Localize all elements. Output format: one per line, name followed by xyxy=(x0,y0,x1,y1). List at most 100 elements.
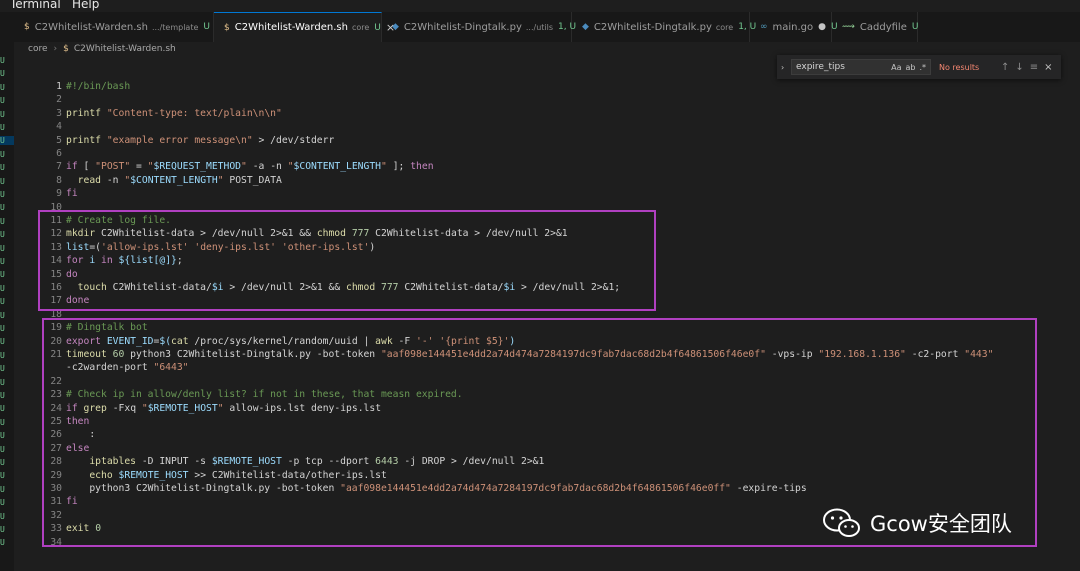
highlight-box-log-setup xyxy=(38,210,656,311)
code-token: ]; xyxy=(386,161,411,173)
explorer-git-status: U xyxy=(0,109,5,119)
code-text: printf "Content-type: text/plain\n\n" xyxy=(66,107,282,120)
regex-icon[interactable]: .* xyxy=(919,63,926,72)
explorer-git-status: U xyxy=(0,498,5,508)
previous-match-icon[interactable]: ↑ xyxy=(1001,62,1009,73)
code-line[interactable]: 7 if [ "POST" = "$REQUEST_METHOD" -a -n "… xyxy=(14,160,1080,173)
line-number: 5 xyxy=(56,134,62,146)
python-file-icon: ◆ xyxy=(582,22,589,32)
breadcrumb-folder[interactable]: core xyxy=(28,44,48,54)
code-line[interactable]: 3 printf "Content-type: text/plain\n\n" xyxy=(14,107,1080,120)
python-file-icon: ◆ xyxy=(392,22,399,32)
next-match-icon[interactable]: ↓ xyxy=(1015,62,1023,73)
code-token: "POST" xyxy=(95,161,131,173)
tab-3[interactable]: ◆ C2Whitelist-Dingtalk.py core 1, U xyxy=(572,12,756,42)
code-token: "example error message\n" xyxy=(106,134,253,146)
code-text: printf "example error message\n" > /dev/… xyxy=(66,134,334,147)
code-token: $CONTENT_LENGTH xyxy=(293,161,382,173)
explorer-git-status: U xyxy=(0,484,5,494)
line-number: 7 xyxy=(56,161,62,173)
code-line[interactable]: 4 xyxy=(14,120,1080,133)
line-number: 3 xyxy=(56,107,62,119)
tab-label: main.go xyxy=(772,21,814,33)
line-number: 9 xyxy=(56,188,62,200)
code-text: if [ "POST" = "$REQUEST_METHOD" -a -n "$… xyxy=(66,160,434,173)
line-number: 8 xyxy=(56,174,62,186)
explorer-git-status: U xyxy=(0,230,5,240)
code-token: #!/bin/bash xyxy=(66,81,131,92)
explorer-git-status: U xyxy=(0,82,5,92)
code-token: fi xyxy=(66,188,78,200)
breadcrumb: core › $ C2Whitelist-Warden.sh xyxy=(14,42,1080,56)
code-line[interactable]: 1 #!/bin/bash xyxy=(14,80,1080,93)
code-line[interactable]: 6 xyxy=(14,147,1080,160)
line-number: 2 xyxy=(56,94,62,106)
code-token: [ xyxy=(77,161,96,173)
explorer-git-status: U xyxy=(0,283,5,293)
explorer-git-status: U xyxy=(0,417,5,427)
wechat-icon xyxy=(823,508,860,537)
tab-0[interactable]: $ C2Whitelist-Warden.sh .../template U xyxy=(14,12,214,42)
code-token: then xyxy=(410,161,434,173)
explorer-status-gutter: UUUUUUUUUUUUUUUUUUUUUUUUUUUUUUUUUUUUU xyxy=(0,56,14,571)
explorer-git-status: U xyxy=(0,69,5,79)
line-number: 6 xyxy=(56,148,62,159)
tab-4[interactable]: ∞ main.go ● U xyxy=(750,12,838,42)
menu-help[interactable]: Help xyxy=(72,0,99,11)
caddyfile-icon: ⟿ xyxy=(842,22,855,32)
breadcrumb-separator: › xyxy=(53,44,58,54)
explorer-git-status: U xyxy=(0,404,5,414)
code-token: -n xyxy=(101,174,125,186)
go-file-icon: ∞ xyxy=(760,22,768,32)
line-number: 1 xyxy=(56,81,62,92)
code-token: > /dev/stderr xyxy=(252,134,335,146)
tab-directory: core xyxy=(715,22,734,32)
find-input-value: expire_tips xyxy=(796,62,845,72)
tab-directory: core xyxy=(351,23,370,32)
tab-5[interactable]: ⟿ Caddyfile U xyxy=(832,12,918,42)
code-line[interactable]: 5 printf "example error message\n" > /dev… xyxy=(14,134,1080,147)
code-line[interactable]: 9 fi xyxy=(14,187,1080,200)
tab-1[interactable]: $ C2Whitelist-Warden.sh core U × xyxy=(214,12,395,42)
code-token: printf xyxy=(66,134,101,146)
menu-terminal[interactable]: Terminal xyxy=(10,0,61,11)
shell-file-icon: $ xyxy=(224,22,230,33)
code-text: #!/bin/bash xyxy=(66,80,130,93)
explorer-git-status: U xyxy=(0,337,5,347)
code-token: -a -n xyxy=(246,161,288,173)
explorer-git-status: U xyxy=(0,444,5,454)
explorer-git-status: U xyxy=(0,525,5,534)
breadcrumb-file[interactable]: C2Whitelist-Warden.sh xyxy=(74,44,176,54)
close-find-icon[interactable]: × xyxy=(1044,62,1052,73)
explorer-git-status: U xyxy=(0,270,5,280)
watermark: Gcow安全团队 xyxy=(822,505,1012,541)
explorer-git-status: U xyxy=(0,538,5,548)
match-case-icon[interactable]: Aa xyxy=(891,63,901,72)
tab-2[interactable]: ◆ C2Whitelist-Dingtalk.py .../utils 1, U xyxy=(382,12,576,42)
tab-directory: .../utils xyxy=(525,22,554,32)
code-token: = xyxy=(130,161,148,173)
tab-label: Caddyfile xyxy=(859,21,907,33)
explorer-git-status: U xyxy=(0,149,5,159)
code-line[interactable]: 8 read -n "$CONTENT_LENGTH" POST_DATA xyxy=(14,174,1080,187)
find-input[interactable]: expire_tips Aa ab .* xyxy=(791,59,931,75)
explorer-git-status: U xyxy=(0,257,5,266)
explorer-git-status: U xyxy=(0,364,5,374)
explorer-git-status: U xyxy=(0,163,5,173)
code-text: read -n "$CONTENT_LENGTH" POST_DATA xyxy=(66,174,282,187)
code-token: read xyxy=(77,174,102,186)
find-in-selection-icon[interactable]: ≡ xyxy=(1030,62,1038,73)
tab-label: C2Whitelist-Warden.sh xyxy=(234,22,348,33)
match-word-icon[interactable]: ab xyxy=(905,63,915,72)
toggle-replace-chevron-icon[interactable]: › xyxy=(781,63,791,72)
explorer-git-status: U xyxy=(0,431,5,441)
menu-bar: Terminal Help xyxy=(0,0,1080,12)
code-line[interactable]: 2 xyxy=(14,93,1080,106)
explorer-git-status: U xyxy=(0,136,14,146)
tab-label: C2Whitelist-Warden.sh xyxy=(34,21,148,33)
modified-dot-icon: ● xyxy=(818,22,826,32)
tab-label: C2Whitelist-Dingtalk.py xyxy=(593,21,712,33)
code-token: $CONTENT_LENGTH xyxy=(130,174,218,186)
tab-directory: .../template xyxy=(151,22,199,32)
editor-tab-bar: $ C2Whitelist-Warden.sh .../template U $ C2Wh… xyxy=(14,12,1080,42)
